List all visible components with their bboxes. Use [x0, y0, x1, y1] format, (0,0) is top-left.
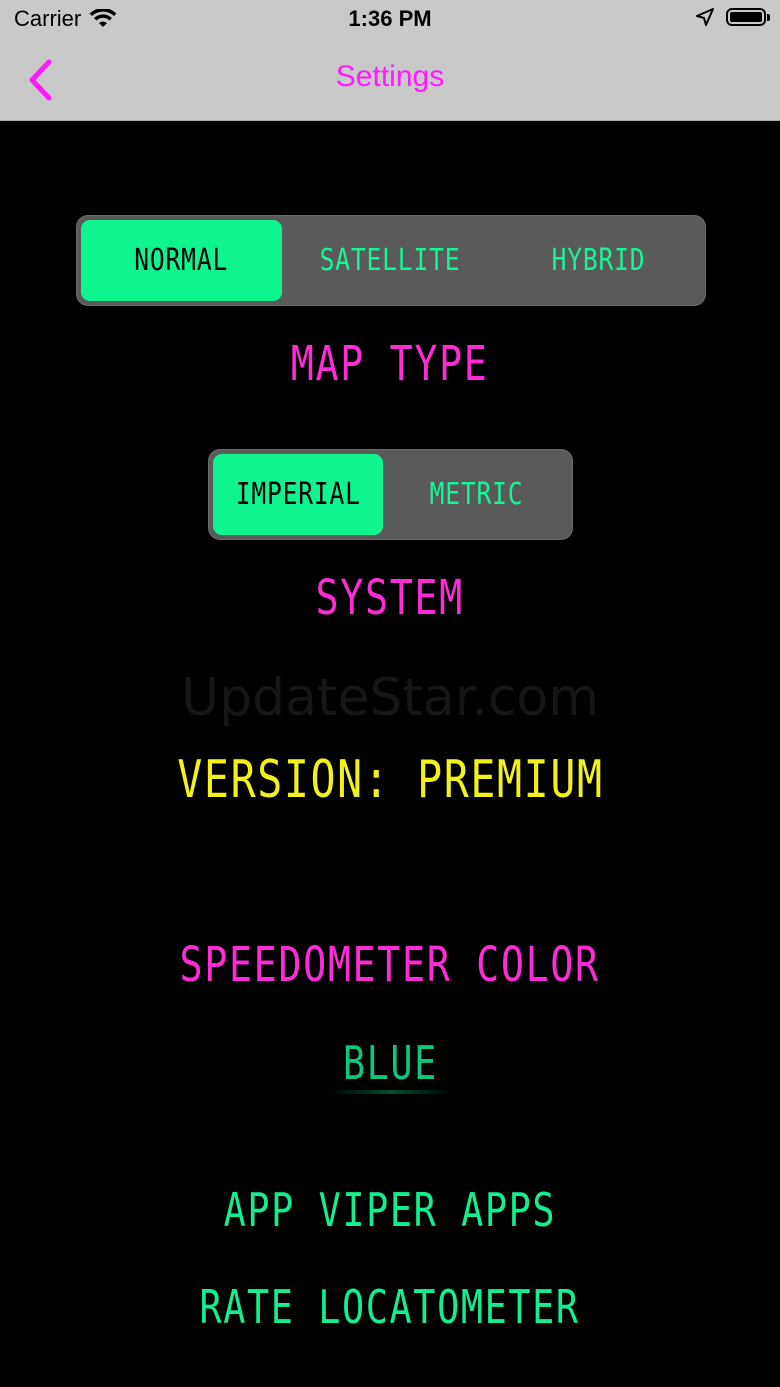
battery-icon [726, 8, 770, 26]
speedometer-color-picker[interactable]: BLUE [0, 1036, 780, 1090]
speedometer-color-label: SPEEDOMETER COLOR [0, 937, 780, 993]
segment-metric[interactable]: METRIC [400, 454, 553, 535]
segment-hybrid[interactable]: HYBRID [516, 220, 681, 301]
speedometer-color-value: BLUE [342, 1036, 438, 1090]
map-type-label: MAP TYPE [0, 336, 780, 392]
battery-level [730, 12, 762, 22]
speedometer-color-label-text: SPEEDOMETER COLOR [179, 937, 601, 993]
system-label-text: SYSTEM [315, 570, 465, 626]
segment-imperial[interactable]: IMPERIAL [213, 454, 383, 535]
rate-app-text: RATE LOCATOMETER [199, 1280, 581, 1334]
unit-system-segmented-control: IMPERIAL METRIC [208, 449, 573, 540]
segment-normal-label: NORMAL [134, 243, 229, 278]
status-time: 1:36 PM [348, 6, 432, 31]
rate-app-link[interactable]: RATE LOCATOMETER [0, 1280, 780, 1334]
settings-screen: Carrier 1:36 PM Settings NORMAL SATELLIT… [0, 0, 780, 1387]
map-type-label-text: MAP TYPE [291, 336, 489, 392]
navigation-bar: Carrier 1:36 PM Settings [0, 0, 780, 121]
picker-next-row-fade [330, 1090, 452, 1094]
version-label-text: VERSION: PREMIUM [176, 750, 604, 810]
app-viper-apps-link[interactable]: APP VIPER APPS [0, 1183, 780, 1237]
app-viper-apps-text: APP VIPER APPS [223, 1183, 557, 1237]
map-type-segmented-control: NORMAL SATELLITE HYBRID [76, 215, 706, 306]
segment-satellite[interactable]: SATELLITE [301, 220, 478, 301]
segment-imperial-label: IMPERIAL [235, 477, 361, 512]
status-right [696, 8, 770, 26]
page-title: Settings [335, 60, 445, 93]
segment-normal[interactable]: NORMAL [81, 220, 282, 301]
location-arrow-icon [696, 8, 714, 26]
system-label: SYSTEM [0, 570, 780, 626]
version-label: VERSION: PREMIUM [0, 750, 780, 810]
watermark: UpdateStar.com [181, 668, 599, 728]
